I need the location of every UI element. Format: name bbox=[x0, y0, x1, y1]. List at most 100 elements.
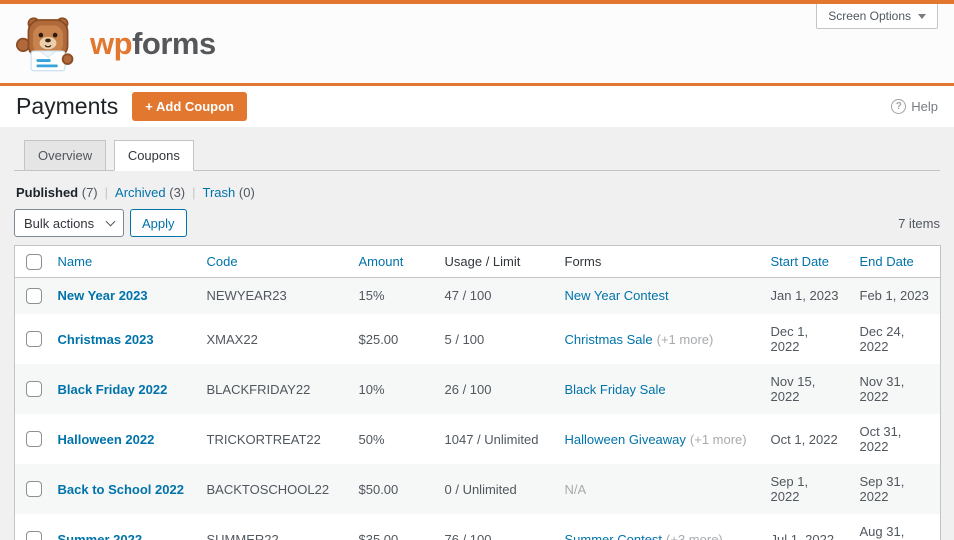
table-row: Halloween 2022 TRICKORTREAT22 50% 1047 /… bbox=[15, 414, 941, 464]
row-checkbox[interactable] bbox=[26, 481, 43, 498]
coupon-name-link[interactable]: New Year 2023 bbox=[58, 288, 148, 303]
tab-overview[interactable]: Overview bbox=[24, 140, 107, 171]
coupon-code: BLACKFRIDAY22 bbox=[206, 381, 311, 397]
bulk-actions-select-wrap: Bulk actions bbox=[14, 209, 124, 237]
trash-count: (0) bbox=[238, 185, 255, 200]
separator: | bbox=[192, 185, 196, 200]
table-row: New Year 2023 NEWYEAR23 15% 47 / 100 New… bbox=[14, 277, 941, 315]
start-date: Sep 1, 2022 bbox=[770, 474, 809, 505]
separator: | bbox=[104, 185, 109, 200]
wpforms-bear-icon bbox=[16, 16, 74, 71]
end-date: Sep 31, 2022 bbox=[859, 474, 905, 505]
title-bar: Payments + Add Coupon ? Help bbox=[0, 86, 954, 127]
coupon-amount: $25.00 bbox=[358, 331, 399, 347]
coupon-usage: 1047 / Unlimited bbox=[444, 431, 539, 447]
form-link[interactable]: Black Friday Sale bbox=[565, 382, 666, 397]
sort-amount-header[interactable]: Amount bbox=[359, 254, 404, 269]
table-row: Back to School 2022 BACKTOSCHOOL22 $50.0… bbox=[14, 464, 941, 515]
coupon-amount: 10% bbox=[358, 381, 385, 397]
coupon-code: BACKTOSCHOOL22 bbox=[206, 481, 330, 497]
coupon-name-link[interactable]: Back to School 2022 bbox=[58, 482, 184, 497]
coupon-usage: 0 / Unlimited bbox=[444, 481, 517, 497]
forms-na: N/A bbox=[564, 481, 587, 497]
table-row: Black Friday 2022 BLACKFRIDAY22 10% 26 /… bbox=[14, 364, 941, 415]
coupon-code: TRICKORTREAT22 bbox=[206, 431, 321, 447]
table-header: Name Code Amount Usage / Limit Forms Sta… bbox=[14, 245, 941, 278]
items-count: 7 items bbox=[898, 215, 940, 231]
chevron-down-icon bbox=[918, 13, 926, 19]
wordmark-wp: wp bbox=[90, 25, 133, 61]
coupon-code: XMAX22 bbox=[206, 331, 258, 347]
end-date: Nov 31, 2022 bbox=[859, 374, 905, 405]
forms-header: Forms bbox=[554, 245, 761, 278]
help-icon: ? bbox=[891, 99, 907, 114]
status-filter-links: Published (7) | Archived (3) | Trash (0) bbox=[16, 185, 940, 200]
forms-more-link[interactable]: (+3 more) bbox=[666, 532, 723, 540]
usage-limit-header: Usage / Limit bbox=[434, 245, 555, 278]
tab-coupons[interactable]: Coupons bbox=[113, 140, 194, 171]
table-row: Christmas 2023 XMAX22 $25.00 5 / 100 Chr… bbox=[15, 314, 941, 364]
coupon-usage: 76 / 100 bbox=[444, 531, 492, 540]
forms-extra: (+1 more) bbox=[689, 431, 747, 447]
start-date: Jul 1, 2022 bbox=[770, 531, 835, 540]
start-date: Nov 15, 2022 bbox=[770, 374, 816, 405]
masthead: wpforms Screen Options bbox=[0, 4, 954, 86]
table-row: Summer 2022 SUMMER22 $35.00 76 / 100 Sum… bbox=[15, 514, 941, 540]
start-date: Jan 1, 2023 bbox=[770, 288, 839, 304]
main-content: Overview Coupons Published (7) | Archived … bbox=[0, 140, 954, 540]
coupon-amount: $50.00 bbox=[358, 481, 399, 497]
row-checkbox[interactable] bbox=[26, 331, 43, 348]
help-label: Help bbox=[911, 99, 938, 114]
end-date: Aug 31, 2022 bbox=[859, 524, 905, 540]
row-checkbox[interactable] bbox=[26, 531, 43, 540]
row-checkbox[interactable] bbox=[26, 431, 43, 448]
select-all-checkbox[interactable] bbox=[26, 253, 43, 270]
screen-options-button[interactable]: Screen Options bbox=[816, 4, 938, 29]
coupon-amount: $35.00 bbox=[358, 531, 399, 540]
wpforms-logo: wpforms bbox=[16, 15, 216, 73]
sort-code-header[interactable]: Code bbox=[207, 254, 238, 269]
start-date: Dec 1, 2022 bbox=[770, 324, 809, 355]
tab-bar: Overview Coupons bbox=[14, 140, 940, 171]
coupons-table: Name Code Amount Usage / Limit Forms Sta… bbox=[14, 245, 941, 540]
add-coupon-button[interactable]: + Add Coupon bbox=[132, 92, 247, 121]
coupon-code: SUMMER22 bbox=[206, 531, 279, 540]
table-nav-top: Bulk actions Apply 7 items bbox=[14, 209, 940, 237]
form-link[interactable]: New Year Contest bbox=[565, 288, 669, 303]
coupon-name-link[interactable]: Black Friday 2022 bbox=[58, 382, 168, 397]
start-date: Oct 1, 2022 bbox=[770, 431, 838, 447]
archived-count: (3) bbox=[169, 185, 186, 200]
view-trash-link[interactable]: Trash (0) bbox=[203, 185, 255, 200]
bulk-actions-select[interactable]: Bulk actions bbox=[14, 209, 124, 237]
end-date: Oct 31, 2022 bbox=[859, 424, 902, 455]
help-link[interactable]: ? Help bbox=[891, 99, 938, 114]
coupon-name-link[interactable]: Summer 2022 bbox=[58, 532, 143, 540]
coupon-usage: 47 / 100 bbox=[444, 288, 492, 304]
coupon-usage: 5 / 100 bbox=[444, 331, 485, 347]
end-date: Feb 1, 2023 bbox=[859, 288, 929, 304]
coupon-name-link[interactable]: Christmas 2023 bbox=[58, 332, 154, 347]
view-published-link[interactable]: Published (7) bbox=[16, 185, 98, 200]
sort-start-date-header[interactable]: Start Date bbox=[771, 254, 830, 269]
form-link[interactable]: Halloween Giveaway bbox=[565, 432, 686, 447]
form-link[interactable]: Christmas Sale bbox=[565, 332, 653, 347]
row-checkbox[interactable] bbox=[26, 381, 43, 398]
page-title: Payments bbox=[16, 93, 119, 119]
apply-button[interactable]: Apply bbox=[130, 209, 187, 237]
form-link[interactable]: Summer Contest bbox=[565, 532, 663, 540]
wpforms-wordmark: wpforms bbox=[90, 26, 216, 62]
coupon-name-link[interactable]: Halloween 2022 bbox=[58, 432, 155, 447]
coupon-code: NEWYEAR23 bbox=[206, 288, 287, 304]
row-checkbox[interactable] bbox=[26, 288, 43, 305]
coupon-amount: 15% bbox=[358, 288, 385, 304]
screen-options-label: Screen Options bbox=[828, 9, 911, 23]
sort-end-date-header[interactable]: End Date bbox=[860, 254, 914, 269]
forms-extra: (+1 more) bbox=[656, 331, 714, 347]
wordmark-forms: forms bbox=[132, 25, 216, 61]
coupon-amount: 50% bbox=[358, 431, 385, 447]
published-count: (7) bbox=[81, 185, 98, 200]
end-date: Dec 24, 2022 bbox=[859, 324, 905, 355]
view-archived-link[interactable]: Archived (3) bbox=[115, 185, 185, 200]
sort-name-header[interactable]: Name bbox=[58, 254, 93, 269]
coupon-usage: 26 / 100 bbox=[444, 381, 492, 397]
